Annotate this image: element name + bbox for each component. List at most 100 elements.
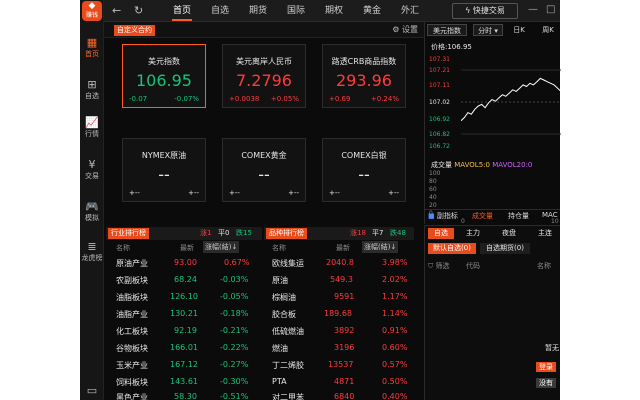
settings-button[interactable]: ⚙ 设置	[392, 24, 418, 35]
tab-gold[interactable]: 黄金	[358, 0, 386, 22]
y-tick: 107.11	[429, 82, 450, 89]
custom-contract-tab[interactable]: 自定义合约	[114, 25, 155, 36]
tab-watch[interactable]: 自选	[428, 228, 454, 239]
rail-label: 龙虎榜	[81, 254, 103, 262]
back-arrow-icon[interactable]: ←	[112, 4, 121, 17]
rail-item-leaderboard[interactable]: ≣ 龙虎榜	[80, 240, 104, 263]
card-value: 293.96	[336, 71, 392, 90]
minimize-icon[interactable]: —	[528, 4, 538, 15]
table-row[interactable]: 燃油 3196 0.60%	[264, 343, 414, 359]
table-row[interactable]: 低硫燃油 3892 0.91%	[264, 326, 414, 342]
login-button[interactable]: 登录	[536, 362, 556, 372]
card-name: NYMEX原油	[141, 151, 187, 160]
tab-volume[interactable]: 成交量	[472, 211, 493, 221]
table-row[interactable]: 欧线集运 2040.8 3.98%	[264, 258, 414, 274]
index-card[interactable]: 美元离岸人民币 7.2796 +0.0038 +0.05%	[222, 44, 306, 108]
index-card[interactable]: COMEX黄金 -- +-- +--	[222, 138, 306, 202]
outer-margin-left	[0, 0, 80, 400]
no-account-button[interactable]: 没有	[536, 378, 556, 388]
rail-item-market[interactable]: 📈 行情	[80, 116, 104, 139]
chart-icon: 📈	[85, 116, 99, 129]
top-nav: ← ↻ 首页 自选 期货 国际 期权 黄金 外汇 ϟ 快捷交易 — □	[104, 0, 560, 22]
tab-night[interactable]: 夜盘	[498, 228, 520, 239]
table-row[interactable]: 原油 549.3 2.02%	[264, 275, 414, 291]
table-row[interactable]: PTA 4871 0.50%	[264, 377, 414, 393]
rail-item-simulate[interactable]: 🎮 模拟	[80, 200, 104, 223]
sort-change-header[interactable]: 涨幅(結)↓	[203, 241, 240, 253]
y-tick: 107.02	[429, 99, 450, 106]
table-row[interactable]: 油脂板块 126.10 -0.05%	[106, 292, 262, 308]
tab-week-k[interactable]: 周K	[535, 24, 561, 36]
table-row[interactable]: 饲料板块 143.61 -0.30%	[106, 377, 262, 393]
card-change: +--	[329, 189, 340, 197]
table-row[interactable]: 胶合板 189.68 1.14%	[264, 309, 414, 325]
card-change: -0.07	[129, 95, 148, 103]
chart-symbol-tab[interactable]: 美元指数	[427, 24, 467, 36]
tab-watchlist[interactable]: 自选	[206, 0, 234, 22]
table-row[interactable]: 农副板块 68.24 -0.03%	[106, 275, 262, 291]
tab-main-contract[interactable]: 主力	[462, 228, 484, 239]
rail-item-chat[interactable]: ▭	[80, 384, 104, 398]
rail-label: 行情	[85, 130, 99, 138]
index-card[interactable]: 美元指数 106.95 -0.07 -0.07%	[122, 44, 206, 108]
tab-futures[interactable]: 期货	[244, 0, 272, 22]
table-row[interactable]: 油脂产业 130.21 -0.18%	[106, 309, 262, 325]
period-select[interactable]: 分时 ▾	[473, 24, 503, 36]
period-label: 分时	[478, 27, 493, 35]
tab-home[interactable]: 首页	[168, 0, 196, 22]
vol-tick: 40	[429, 194, 437, 201]
up-count: 涨1	[200, 229, 212, 237]
rail-item-home[interactable]: ▦ 首页	[80, 36, 104, 59]
down-count: 跌15	[236, 229, 252, 237]
tab-day-k[interactable]: 日K	[509, 24, 529, 36]
price-series-line	[461, 77, 561, 122]
rail-label: 交易	[85, 172, 99, 180]
col-name: 名称	[116, 244, 130, 252]
card-change: +--	[229, 189, 240, 197]
index-card[interactable]: 路透CRB商品指数 293.96 +0.69 +0.24%	[322, 44, 406, 108]
y-tick: 106.92	[429, 116, 450, 123]
table-row[interactable]: 化工板块 92.19 -0.21%	[106, 326, 262, 342]
tab-continuous[interactable]: 主连	[534, 228, 556, 239]
refresh-icon[interactable]: ↻	[134, 4, 143, 17]
card-value: 7.2796	[236, 71, 292, 90]
rail-item-watchlist[interactable]: ⊞ 自选	[80, 78, 104, 101]
chart-bottom-tabs: ■ 副指标 成交量 持仓量 MAC	[424, 209, 560, 221]
app-logo[interactable]: ◆ 赚钱	[82, 1, 102, 21]
index-card[interactable]: COMEX白银 -- +-- +--	[322, 138, 406, 202]
industry-title[interactable]: 行业排行榜	[108, 228, 149, 239]
tab-international[interactable]: 国际	[282, 0, 310, 22]
maximize-icon[interactable]: □	[546, 4, 555, 15]
chart-panel: 美元指数 分时 ▾ 日K 周K 价格:106.95 107.31 107.21 …	[424, 22, 561, 225]
card-pct: -0.07%	[174, 95, 199, 103]
watch-futures-list[interactable]: 自选期货(0)	[480, 243, 530, 254]
default-watch-list[interactable]: 默认自选(0)	[428, 243, 476, 254]
index-card[interactable]: NYMEX原油 -- +-- +--	[122, 138, 206, 202]
card-pct: +0.05%	[270, 95, 299, 103]
products-table: 欧线集运 2040.8 3.98% 原油 549.3 2.02% 棕榈油 9591 1.17…	[264, 258, 414, 400]
rail-label: 自选	[85, 92, 99, 100]
table-row[interactable]: 玉米产业 167.12 -0.27%	[106, 360, 262, 376]
table-row[interactable]: 原油产业 93.00 0.67%	[106, 258, 262, 274]
table-row[interactable]: 对二甲苯 6840 0.40%	[264, 392, 414, 400]
rail-label: 模拟	[85, 214, 99, 222]
table-row[interactable]: 谷物板块 166.01 -0.22%	[106, 343, 262, 359]
tab-macd[interactable]: MAC	[542, 211, 558, 219]
rail-item-trade[interactable]: ¥ 交易	[80, 158, 104, 181]
card-name: 美元指数	[148, 57, 180, 66]
products-title[interactable]: 品种排行榜	[266, 228, 307, 239]
sort-change-header[interactable]: 涨幅(結)↓	[362, 241, 399, 253]
grid-icon: ▦	[86, 36, 98, 49]
card-pct: +--	[188, 189, 199, 197]
table-row[interactable]: 黑色产业 58.30 -0.51%	[106, 392, 262, 400]
filter-button[interactable]: ⛉ 筛选	[428, 261, 449, 271]
quick-trade-button[interactable]: ϟ 快捷交易	[452, 3, 518, 19]
gamepad-icon: 🎮	[85, 200, 99, 213]
tab-sub-indicator[interactable]: ■ 副指标	[428, 211, 458, 221]
industry-table: 原油产业 93.00 0.67% 农副板块 68.24 -0.03% 油脂板块 126.1…	[106, 258, 262, 400]
tab-open-interest[interactable]: 持仓量	[508, 211, 529, 221]
tab-options[interactable]: 期权	[320, 0, 348, 22]
table-row[interactable]: 棕榈油 9591 1.17%	[264, 292, 414, 308]
table-row[interactable]: 丁二烯胶 13537 0.57%	[264, 360, 414, 376]
tab-forex[interactable]: 外汇	[396, 0, 424, 22]
